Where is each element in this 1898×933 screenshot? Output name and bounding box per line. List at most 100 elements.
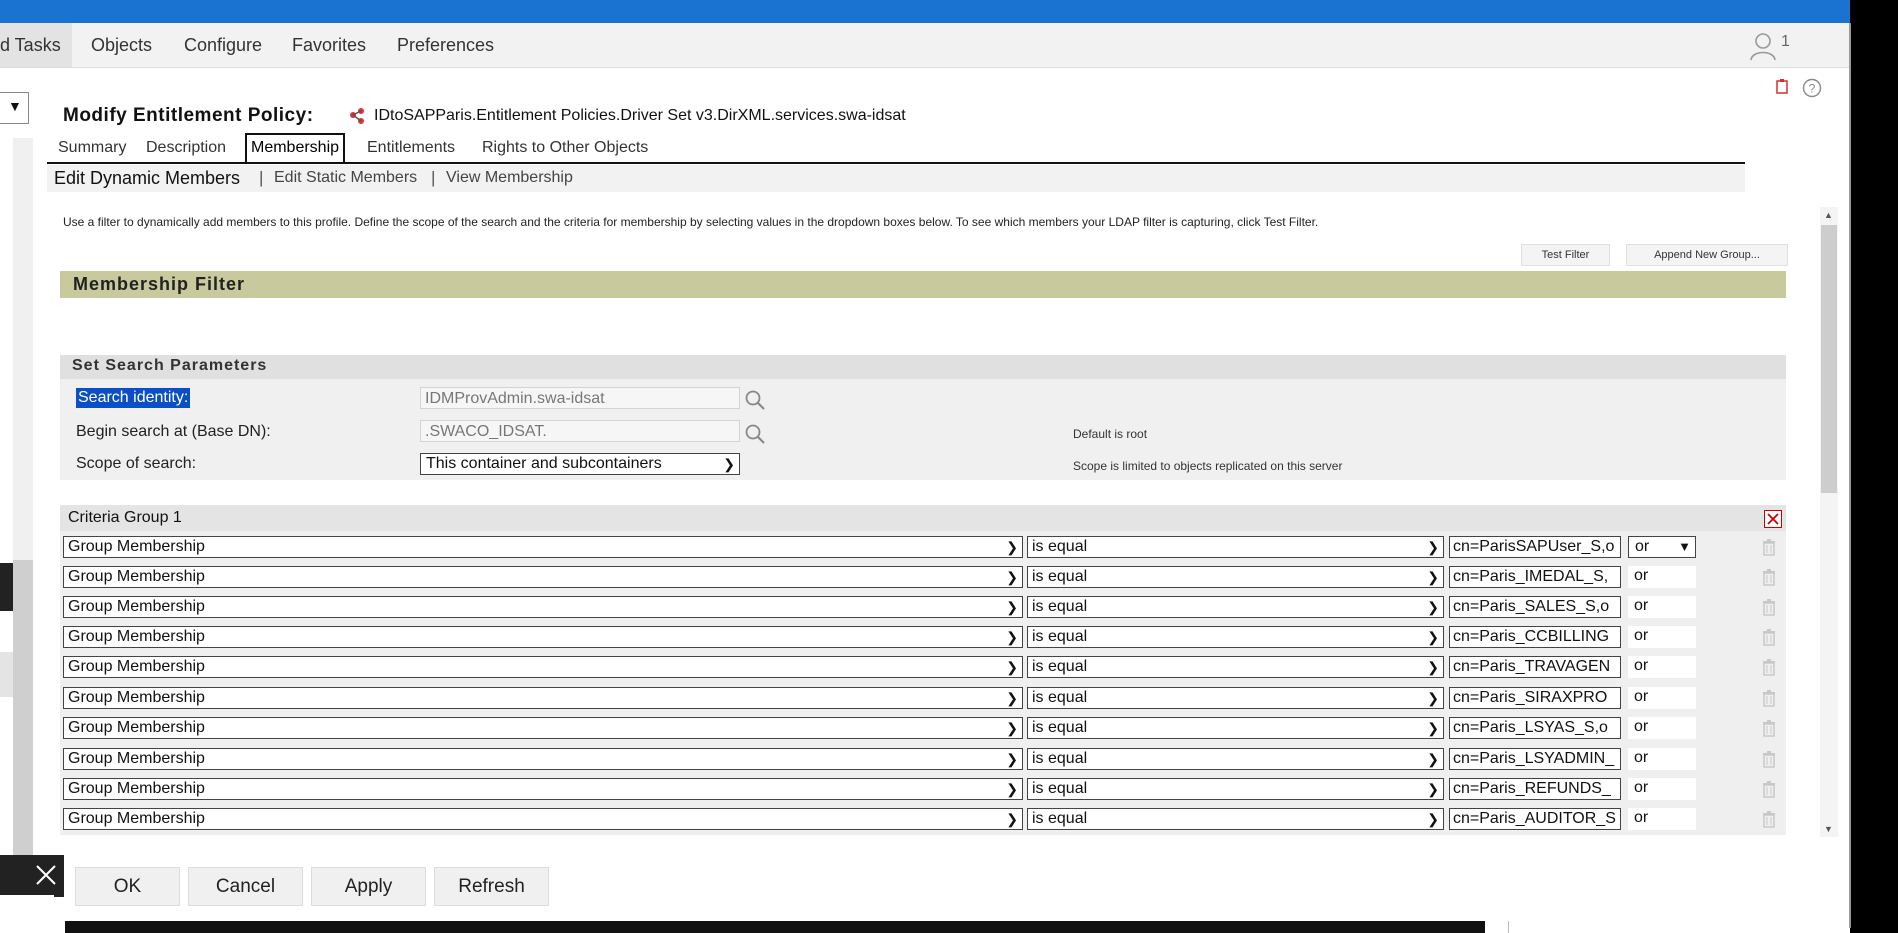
subtab-edit-dynamic-members[interactable]: Edit Dynamic Members <box>54 168 240 189</box>
search-icon[interactable] <box>744 423 766 445</box>
operator-select[interactable]: is equal ❯ <box>1027 808 1444 830</box>
refresh-button[interactable]: Refresh <box>434 867 549 906</box>
tab-entitlements[interactable]: Entitlements <box>367 135 455 160</box>
trash-icon[interactable] <box>1762 719 1776 737</box>
logic-select[interactable]: or <box>1628 596 1696 618</box>
close-icon[interactable] <box>1764 510 1782 528</box>
menu-item-preferences[interactable]: Preferences <box>397 23 494 67</box>
close-icon[interactable] <box>28 857 64 893</box>
attribute-select[interactable]: Group Membership ❯ <box>63 717 1023 739</box>
value-field[interactable]: cn=ParisSAPUser_S,o <box>1449 536 1621 558</box>
value-field[interactable]: cn=Paris_LSYADMIN_ <box>1449 748 1621 770</box>
test-filter-button[interactable]: Test Filter <box>1521 244 1610 266</box>
tab-description[interactable]: Description <box>146 135 226 160</box>
append-new-group-button[interactable]: Append New Group... <box>1626 244 1788 266</box>
value-field[interactable]: cn=Paris_IMEDAL_S, <box>1449 566 1621 588</box>
scope-select-value: This container and subcontainers <box>426 455 662 472</box>
menu-item-tasks[interactable]: d Tasks <box>0 23 72 67</box>
criteria-row: Group Membership ❯ is equal ❯ cn=Paris_REFUN… <box>60 776 1786 802</box>
trash-icon[interactable] <box>1762 750 1776 768</box>
value-field[interactable]: cn=Paris_REFUNDS_ <box>1449 778 1621 800</box>
operator-select[interactable]: is equal ❯ <box>1027 687 1444 709</box>
search-identity-field[interactable]: IDMProvAdmin.swa-idsat <box>420 387 740 409</box>
trash-icon[interactable] <box>1762 538 1776 556</box>
menu-item-configure[interactable]: Configure <box>184 23 262 67</box>
menu-item-objects[interactable]: Objects <box>91 23 152 67</box>
operator-select[interactable]: is equal ❯ <box>1027 656 1444 678</box>
tab-summary[interactable]: Summary <box>58 135 126 160</box>
trash-icon[interactable] <box>1762 598 1776 616</box>
top-app-bar <box>0 0 1850 23</box>
ok-button[interactable]: OK <box>75 867 180 906</box>
trash-icon[interactable] <box>1762 568 1776 586</box>
tab-rights-to-other-objects[interactable]: Rights to Other Objects <box>482 135 648 160</box>
search-icon[interactable] <box>744 389 766 411</box>
operator-select[interactable]: is equal ❯ <box>1027 626 1444 648</box>
trash-icon[interactable] <box>1762 628 1776 646</box>
chevron-down-icon: ❯ <box>1427 690 1439 706</box>
operator-select[interactable]: is equal ❯ <box>1027 596 1444 618</box>
operator-select[interactable]: is equal ❯ <box>1027 536 1444 558</box>
trash-icon[interactable] <box>1762 780 1776 798</box>
value-field[interactable]: cn=Paris_AUDITOR_S <box>1449 808 1621 830</box>
chevron-down-icon: ❯ <box>1427 781 1439 797</box>
logic-select[interactable]: or <box>1628 808 1696 830</box>
criteria-group-header <box>60 505 1786 531</box>
logic-select[interactable]: or <box>1628 656 1696 678</box>
value-field[interactable]: cn=Paris_SALES_S,o <box>1449 596 1621 618</box>
user-icon[interactable] <box>1748 31 1782 61</box>
attribute-select[interactable]: Group Membership ❯ <box>63 808 1023 830</box>
apply-button[interactable]: Apply <box>311 867 426 906</box>
chevron-down-icon: ❯ <box>1006 659 1018 675</box>
logic-select[interactable]: or <box>1628 626 1696 648</box>
logic-select[interactable]: or <box>1628 687 1696 709</box>
attribute-select[interactable]: Group Membership ❯ <box>63 596 1023 618</box>
subtab-view-membership[interactable]: View Membership <box>446 169 573 187</box>
content-scrollbar-thumb[interactable] <box>1821 225 1837 493</box>
value-field[interactable]: cn=Paris_SIRAXPRO <box>1449 687 1621 709</box>
cancel-button[interactable]: Cancel <box>188 867 303 906</box>
help-icon[interactable]: ? <box>1802 78 1822 98</box>
logic-select[interactable]: or ▼ <box>1628 536 1696 558</box>
chevron-down-icon: ❯ <box>1006 629 1018 645</box>
trash-icon[interactable] <box>1762 689 1776 707</box>
attribute-select[interactable]: Group Membership ❯ <box>63 656 1023 678</box>
scope-note: Scope is limited to objects replicated o… <box>1073 459 1343 473</box>
logic-select[interactable]: or <box>1628 778 1696 800</box>
operator-select[interactable]: is equal ❯ <box>1027 717 1444 739</box>
value-field[interactable]: cn=Paris_LSYAS_S,o <box>1449 717 1621 739</box>
trash-icon[interactable] <box>1762 658 1776 676</box>
chevron-down-icon: ❯ <box>1427 720 1439 736</box>
tab-membership[interactable]: Membership <box>245 133 346 162</box>
attribute-select[interactable]: Group Membership ❯ <box>63 536 1023 558</box>
value-field[interactable]: cn=Paris_CCBILLING <box>1449 626 1621 648</box>
scope-select[interactable]: This container and subcontainers ❯ <box>420 453 740 475</box>
left-scrollbar-thumb[interactable] <box>13 560 33 860</box>
attribute-select[interactable]: Group Membership ❯ <box>63 566 1023 588</box>
chevron-down-icon: ❯ <box>1006 690 1018 706</box>
operator-select[interactable]: is equal ❯ <box>1027 566 1444 588</box>
scope-label: Scope of search: <box>76 455 197 472</box>
logic-select[interactable]: or <box>1628 566 1696 588</box>
menu-item-favorites[interactable]: Favorites <box>292 23 366 67</box>
attribute-select[interactable]: Group Membership ❯ <box>63 626 1023 648</box>
attribute-select[interactable]: Group Membership ❯ <box>63 748 1023 770</box>
base-dn-field[interactable]: .SWACO_IDSAT. <box>420 420 740 442</box>
operator-select-value: is equal <box>1032 628 1088 645</box>
subtab-edit-static-members[interactable]: Edit Static Members <box>274 169 417 187</box>
trash-icon[interactable] <box>1762 810 1776 828</box>
scroll-up-icon[interactable]: ▲ <box>1824 210 1833 220</box>
logic-select[interactable]: or <box>1628 717 1696 739</box>
logic-select[interactable]: or <box>1628 748 1696 770</box>
chevron-down-icon: ❯ <box>1006 720 1018 736</box>
operator-select[interactable]: is equal ❯ <box>1027 748 1444 770</box>
operator-select[interactable]: is equal ❯ <box>1027 778 1444 800</box>
chevron-down-icon: ❯ <box>723 456 735 472</box>
chevron-down-icon: ❯ <box>1427 599 1439 615</box>
attribute-select[interactable]: Group Membership ❯ <box>63 778 1023 800</box>
value-field[interactable]: cn=Paris_TRAVAGEN <box>1449 656 1621 678</box>
clipboard-icon[interactable] <box>1775 78 1789 94</box>
scroll-down-icon[interactable]: ▼ <box>1824 824 1833 834</box>
attribute-select[interactable]: Group Membership ❯ <box>63 687 1023 709</box>
left-panel-select[interactable]: ▼ <box>0 92 29 124</box>
